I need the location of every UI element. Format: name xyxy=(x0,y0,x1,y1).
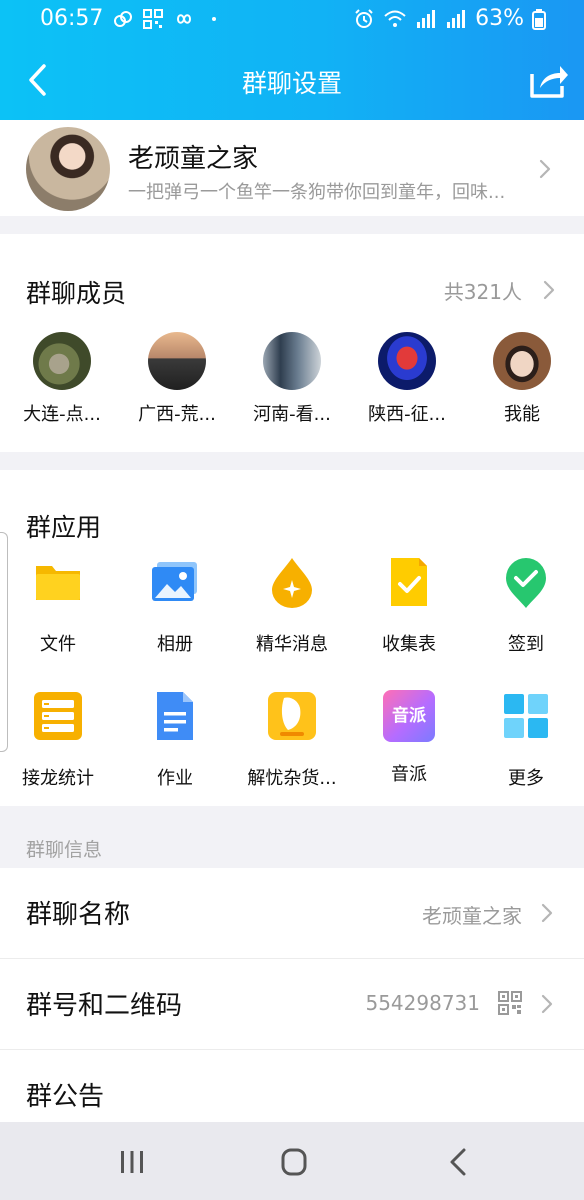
row-value: 老顽童之家 xyxy=(422,904,522,928)
app-label: 作业 xyxy=(157,768,193,789)
member-item[interactable]: 河南-看... xyxy=(242,332,342,426)
qr-status-icon xyxy=(143,9,163,29)
app-photo-album[interactable]: 相册 xyxy=(117,556,233,656)
app-more[interactable]: 更多 xyxy=(468,690,584,790)
group-avatar[interactable] xyxy=(26,127,110,211)
row-label: 群聊名称 xyxy=(26,900,131,930)
share-button[interactable] xyxy=(528,60,570,100)
battery-icon xyxy=(532,8,546,30)
essence-drop-icon xyxy=(272,558,312,608)
info-section-header: 群聊信息 xyxy=(26,839,103,861)
status-notification-icons xyxy=(112,8,216,30)
edge-panel-handle[interactable] xyxy=(0,532,8,752)
member-item[interactable]: 我能 xyxy=(472,332,572,426)
status-bar: 06:57 63% xyxy=(0,0,584,42)
link-icon xyxy=(114,11,132,27)
member-item[interactable]: 陕西-征... xyxy=(357,332,457,426)
member-list: 大连-点... 广西-荒... 河南-看... 陕西-征... 我能 xyxy=(0,332,584,432)
title-bar: 群聊设置 xyxy=(0,42,584,120)
app-label: 接龙统计 xyxy=(22,768,94,789)
more-grid-icon xyxy=(504,694,548,738)
back-nav-button[interactable] xyxy=(438,1146,478,1178)
recent-apps-button[interactable] xyxy=(112,1146,152,1178)
grocery-app-icon xyxy=(268,692,316,740)
chevron-right-icon xyxy=(541,994,553,1014)
app-grocery-store[interactable]: 解忧杂货... xyxy=(234,690,350,790)
group-name: 老顽童之家 xyxy=(128,144,259,174)
group-description: 一把弹弓一个鱼竿一条狗带你回到童年，回味... xyxy=(128,182,506,203)
member-name: 广西-荒... xyxy=(138,404,216,425)
group-apps-card: 群应用 文件 相册 精华消息 收集表 签到 接龙统计 作业 解忧杂货... 音派… xyxy=(0,470,584,806)
app-essence-messages[interactable]: 精华消息 xyxy=(234,556,350,656)
app-file[interactable]: 文件 xyxy=(0,556,116,656)
member-count[interactable]: 共321人 xyxy=(444,276,522,305)
group-profile-card[interactable]: 老顽童之家 一把弹弓一个鱼竿一条狗带你回到童年，回味... xyxy=(0,120,584,216)
group-number: 554298731 xyxy=(365,991,480,1015)
app-homework[interactable]: 作业 xyxy=(117,690,233,790)
yinpai-icon: 音派 xyxy=(383,690,435,742)
row-label: 群号和二维码 xyxy=(26,991,183,1021)
signal-icon-2 xyxy=(447,9,466,28)
app-label: 音派 xyxy=(391,764,427,785)
row-group-number-qr[interactable]: 群号和二维码 554298731 xyxy=(0,959,584,1049)
page-title: 群聊设置 xyxy=(241,69,342,98)
app-label: 相册 xyxy=(157,634,193,655)
row-group-announcement[interactable]: 群公告 xyxy=(0,1050,584,1122)
status-right: 63% xyxy=(353,6,546,31)
member-name: 陕西-征... xyxy=(368,404,446,425)
member-avatar[interactable] xyxy=(378,332,436,390)
member-avatar[interactable] xyxy=(148,332,206,390)
alarm-icon xyxy=(355,8,373,28)
member-name: 大连-点... xyxy=(23,404,101,425)
group-members-card: 群聊成员 共321人 大连-点... 广西-荒... 河南-看... 陕西-征.… xyxy=(0,234,584,452)
signal-icon-1 xyxy=(417,9,436,28)
row-label: 群公告 xyxy=(26,1082,105,1112)
top-header: 06:57 63% 群聊设置 xyxy=(0,0,584,120)
chevron-right-icon xyxy=(539,159,551,179)
wifi-icon xyxy=(384,10,406,27)
member-name: 河南-看... xyxy=(253,404,331,425)
check-in-icon xyxy=(506,558,546,608)
homework-doc-icon xyxy=(157,692,193,740)
app-label: 解忧杂货... xyxy=(247,768,337,789)
photo-album-icon xyxy=(152,562,197,601)
dot-icon xyxy=(212,17,216,21)
app-label: 精华消息 xyxy=(256,634,328,655)
members-title: 群聊成员 xyxy=(26,279,127,308)
home-button[interactable] xyxy=(274,1146,314,1178)
battery-percent: 63% xyxy=(475,6,524,31)
row-group-name[interactable]: 群聊名称 老顽童之家 xyxy=(0,868,584,958)
member-item[interactable]: 广西-荒... xyxy=(127,332,227,426)
app-label: 文件 xyxy=(40,634,76,655)
app-label: 签到 xyxy=(508,634,544,655)
app-check-in[interactable]: 签到 xyxy=(468,556,584,656)
member-avatar[interactable] xyxy=(33,332,91,390)
app-label: 更多 xyxy=(508,768,544,789)
relay-list-icon xyxy=(34,692,82,740)
folder-icon xyxy=(36,566,80,600)
apps-title: 群应用 xyxy=(26,513,102,542)
chevron-right-icon[interactable] xyxy=(542,279,556,301)
yinpai-icon-text: 音派 xyxy=(392,706,426,726)
app-yinpai[interactable]: 音派 音派 xyxy=(351,690,467,786)
member-item[interactable]: 大连-点... xyxy=(12,332,112,426)
chevron-right-icon xyxy=(541,903,553,923)
member-name: 我能 xyxy=(504,404,540,425)
app-collection-form[interactable]: 收集表 xyxy=(351,556,467,656)
collection-form-icon xyxy=(391,558,427,606)
qr-code-icon xyxy=(498,991,522,1015)
member-avatar[interactable] xyxy=(263,332,321,390)
member-avatar[interactable] xyxy=(493,332,551,390)
infinity-icon xyxy=(176,14,192,24)
system-nav-bar xyxy=(0,1122,584,1200)
app-relay-stats[interactable]: 接龙统计 xyxy=(0,690,116,790)
app-label: 收集表 xyxy=(382,634,436,655)
status-time: 06:57 xyxy=(40,6,104,31)
